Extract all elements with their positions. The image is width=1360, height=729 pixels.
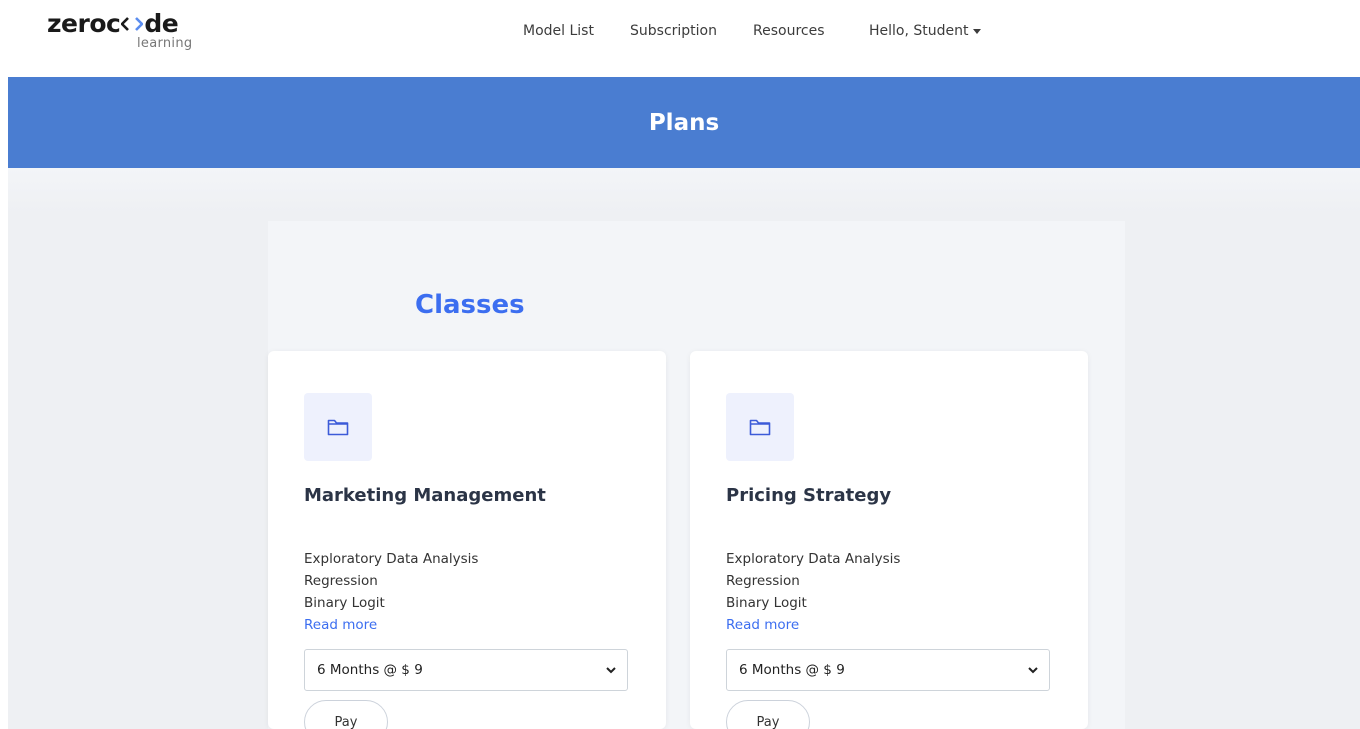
feature-item: Exploratory Data Analysis — [726, 551, 901, 567]
pay-button[interactable]: Pay — [304, 700, 388, 729]
chevron-down-icon — [606, 667, 616, 674]
feature-item: Binary Logit — [726, 595, 807, 611]
folder-icon — [749, 419, 771, 436]
class-card: Pricing Strategy Exploratory Data Analys… — [690, 351, 1088, 729]
nav-resources[interactable]: Resources — [753, 23, 825, 39]
feature-item: Regression — [726, 573, 800, 589]
top-navbar: zeroc de learning Model List Subscriptio… — [0, 0, 1360, 77]
user-greeting: Hello, Student — [869, 23, 969, 39]
plan-select[interactable]: 6 Months @ $ 9 — [304, 649, 628, 691]
folder-icon-box — [726, 393, 794, 461]
feature-item: Exploratory Data Analysis — [304, 551, 479, 567]
section-title: Classes — [415, 290, 525, 320]
pay-button[interactable]: Pay — [726, 700, 810, 729]
plan-select[interactable]: 6 Months @ $ 9 — [726, 649, 1050, 691]
card-title: Marketing Management — [304, 485, 546, 506]
nav-subscription[interactable]: Subscription — [630, 23, 717, 39]
plan-select-value: 6 Months @ $ 9 — [739, 662, 845, 678]
caret-down-icon — [972, 28, 981, 34]
page-title: Plans — [648, 109, 720, 136]
nav-model-list[interactable]: Model List — [523, 23, 594, 39]
feature-item: Binary Logit — [304, 595, 385, 611]
folder-icon — [327, 419, 349, 436]
main-nav: Model List Subscription Resources Hello,… — [0, 23, 1360, 43]
page-banner: Plans — [8, 77, 1360, 168]
folder-icon-box — [304, 393, 372, 461]
plan-select-value: 6 Months @ $ 9 — [317, 662, 423, 678]
read-more-link[interactable]: Read more — [726, 614, 900, 636]
feature-item: Regression — [304, 573, 378, 589]
class-card: Marketing Management Exploratory Data An… — [268, 351, 666, 729]
feature-list: Exploratory Data Analysis Regression Bin… — [304, 548, 478, 636]
card-title: Pricing Strategy — [726, 485, 892, 506]
read-more-link[interactable]: Read more — [304, 614, 478, 636]
content-background-top — [8, 168, 1360, 214]
user-menu-dropdown[interactable]: Hello, Student — [869, 23, 981, 39]
feature-list: Exploratory Data Analysis Regression Bin… — [726, 548, 900, 636]
chevron-down-icon — [1028, 667, 1038, 674]
